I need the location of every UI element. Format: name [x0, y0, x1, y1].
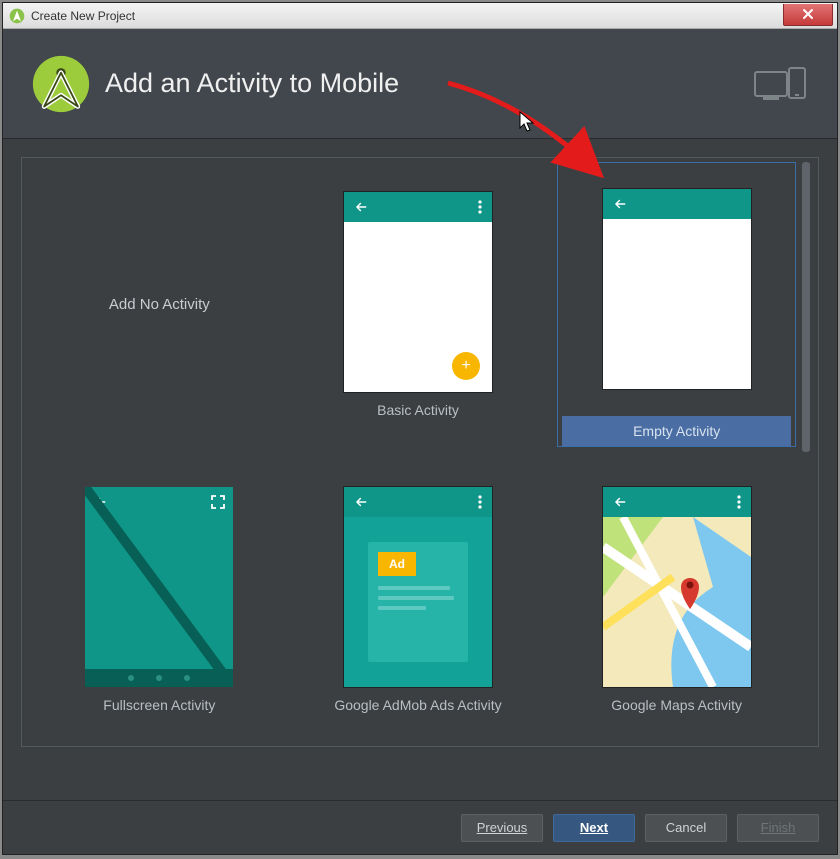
- wizard-footer: Previous Next Cancel Finish: [3, 800, 837, 854]
- activity-grid-container: Add No Activity + Basic Activity: [21, 157, 819, 747]
- activity-thumbnail: [603, 189, 751, 389]
- app-icon: [9, 8, 25, 24]
- overflow-menu-icon: [478, 495, 482, 509]
- device-icon: [753, 64, 809, 104]
- scrollbar[interactable]: [802, 162, 810, 742]
- activity-option-empty[interactable]: Empty Activity: [557, 162, 796, 447]
- fab-icon: +: [452, 352, 480, 380]
- nav-bar-decoration: [85, 669, 233, 687]
- activity-label: Empty Activity: [562, 416, 791, 446]
- back-arrow-icon: [613, 197, 627, 211]
- overflow-menu-icon: [737, 495, 741, 509]
- window-titlebar: Create New Project: [3, 3, 837, 29]
- activity-grid: Add No Activity + Basic Activity: [40, 162, 796, 742]
- ad-badge: Ad: [378, 552, 416, 576]
- activity-thumbnail: Ad: [344, 487, 492, 687]
- activity-option-fullscreen[interactable]: Fullscreen Activity: [40, 457, 279, 742]
- diagonal-decoration: [85, 487, 233, 687]
- activity-label: Google Maps Activity: [611, 697, 742, 713]
- back-arrow-icon: [613, 495, 627, 509]
- overflow-menu-icon: [478, 200, 482, 214]
- previous-button[interactable]: Previous: [461, 814, 543, 842]
- close-icon: [802, 8, 814, 20]
- activity-thumbnail: +: [344, 192, 492, 392]
- wizard-header: Add an Activity to Mobile: [3, 29, 837, 139]
- activity-option-admob[interactable]: Ad Google AdMob Ads Activity: [299, 457, 538, 742]
- activity-option-none[interactable]: Add No Activity: [40, 162, 279, 447]
- window-title: Create New Project: [31, 9, 135, 23]
- activity-label: Fullscreen Activity: [103, 697, 215, 713]
- activity-option-maps[interactable]: Google Maps Activity: [557, 457, 796, 742]
- activity-label: Google AdMob Ads Activity: [334, 697, 501, 713]
- activity-option-basic[interactable]: + Basic Activity: [299, 162, 538, 447]
- activity-label: Add No Activity: [109, 296, 210, 313]
- android-studio-logo-icon: [31, 54, 91, 114]
- next-button[interactable]: Next: [553, 814, 635, 842]
- activity-thumbnail: [603, 487, 751, 687]
- page-title: Add an Activity to Mobile: [105, 68, 399, 99]
- scrollbar-thumb[interactable]: [802, 162, 810, 452]
- activity-thumbnail: [85, 487, 233, 687]
- close-button[interactable]: [783, 4, 833, 26]
- finish-button: Finish: [737, 814, 819, 842]
- wizard-window: Create New Project Add an Activity to Mo…: [2, 2, 838, 855]
- back-arrow-icon: [354, 495, 368, 509]
- cancel-button[interactable]: Cancel: [645, 814, 727, 842]
- map-illustration: [603, 517, 751, 687]
- back-arrow-icon: [354, 200, 368, 214]
- activity-label: Basic Activity: [377, 402, 459, 418]
